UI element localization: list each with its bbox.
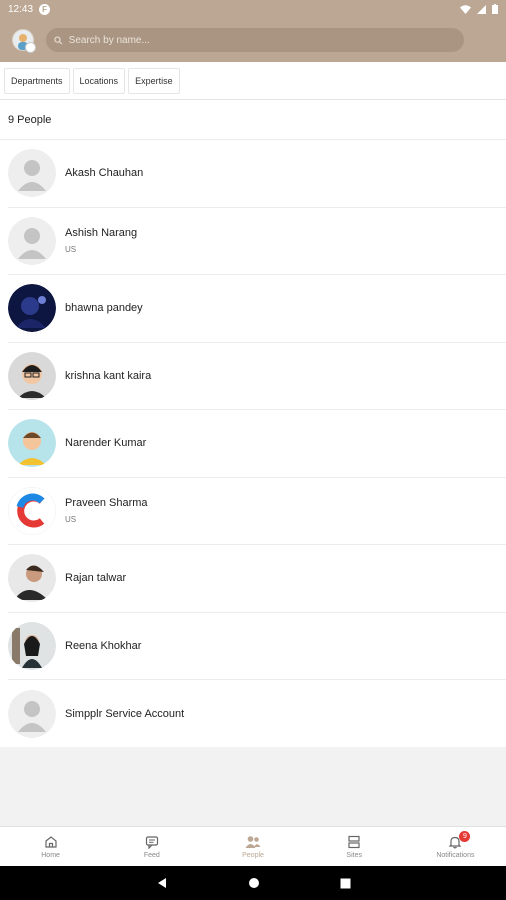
people-icon bbox=[245, 835, 261, 848]
app-bar bbox=[0, 18, 506, 62]
list-item[interactable]: bhawna pandey bbox=[8, 275, 506, 343]
avatar bbox=[8, 621, 56, 670]
nav-feed-label: Feed bbox=[143, 851, 160, 859]
person-name: bhawna pandey bbox=[65, 302, 143, 315]
profile-avatar[interactable] bbox=[12, 29, 36, 53]
nav-people[interactable]: People bbox=[202, 827, 303, 866]
feed-icon bbox=[145, 835, 158, 849]
search-input[interactable] bbox=[68, 34, 456, 46]
home-circle-icon[interactable] bbox=[248, 877, 260, 889]
avatar bbox=[8, 284, 56, 333]
avatar bbox=[8, 486, 56, 535]
recents-icon[interactable] bbox=[340, 878, 351, 889]
nav-home[interactable]: Home bbox=[0, 827, 101, 866]
person-name: Narender Kumar bbox=[65, 437, 147, 450]
list-item[interactable]: Praveen Sharma US bbox=[8, 478, 506, 545]
avatar bbox=[8, 351, 56, 400]
person-name: krishna kant kaira bbox=[65, 369, 152, 382]
person-name: Reena Khokhar bbox=[65, 639, 142, 652]
people-list: 9 People Akash Chauhan Ashish Narang US … bbox=[0, 100, 506, 747]
avatar bbox=[8, 419, 56, 468]
battery-icon bbox=[492, 4, 498, 14]
bottom-navigation: Home Feed People Sites 9 Notifications bbox=[0, 826, 506, 866]
person-name: Ashish Narang bbox=[65, 227, 138, 240]
filter-departments[interactable]: Departments bbox=[4, 67, 70, 94]
person-location: US bbox=[65, 515, 77, 525]
home-icon bbox=[44, 835, 57, 848]
filter-expertise[interactable]: Expertise bbox=[128, 67, 180, 94]
list-item[interactable]: Narender Kumar bbox=[8, 410, 506, 478]
system-navigation-bar bbox=[0, 866, 506, 900]
person-name: Akash Chauhan bbox=[65, 167, 144, 180]
list-item[interactable]: krishna kant kaira bbox=[8, 343, 506, 410]
avatar bbox=[8, 149, 56, 198]
list-item[interactable]: Rajan talwar bbox=[8, 545, 506, 613]
person-name: Praveen Sharma bbox=[65, 497, 148, 510]
avatar bbox=[8, 216, 56, 265]
clock: 12:43 bbox=[8, 3, 34, 15]
filter-bar: Departments Locations Expertise bbox=[0, 62, 506, 100]
list-item[interactable]: Ashish Narang US bbox=[8, 208, 506, 275]
nav-home-label: Home bbox=[41, 851, 60, 859]
signal-icon bbox=[477, 4, 486, 14]
avatar bbox=[8, 554, 56, 603]
sites-icon bbox=[348, 835, 360, 848]
filter-locations[interactable]: Locations bbox=[72, 67, 126, 94]
nav-sites-label: Sites bbox=[346, 851, 362, 859]
list-item[interactable]: Simpplr Service Account bbox=[8, 680, 506, 748]
status-bar: 12:43 F bbox=[0, 0, 506, 18]
nav-feed[interactable]: Feed bbox=[101, 827, 202, 866]
list-item[interactable]: Akash Chauhan bbox=[8, 140, 506, 208]
search-icon bbox=[54, 36, 63, 44]
nav-people-label: People bbox=[242, 851, 264, 859]
people-count: 9 People bbox=[0, 100, 506, 140]
notification-count-badge: 9 bbox=[459, 831, 471, 842]
app-notification-icon: F bbox=[39, 3, 51, 15]
settings-badge-icon bbox=[25, 42, 36, 53]
nav-sites[interactable]: Sites bbox=[304, 827, 405, 866]
avatar bbox=[8, 689, 56, 738]
nav-notifications-label: Notifications bbox=[436, 851, 475, 859]
person-location: US bbox=[65, 245, 77, 255]
list-item[interactable]: Reena Khokhar bbox=[8, 613, 506, 680]
search-bar[interactable] bbox=[46, 28, 464, 52]
nav-notifications[interactable]: 9 Notifications bbox=[405, 827, 506, 866]
back-icon[interactable] bbox=[156, 877, 168, 889]
person-name: Rajan talwar bbox=[65, 572, 127, 585]
wifi-icon bbox=[460, 4, 471, 14]
person-name: Simpplr Service Account bbox=[65, 707, 185, 720]
